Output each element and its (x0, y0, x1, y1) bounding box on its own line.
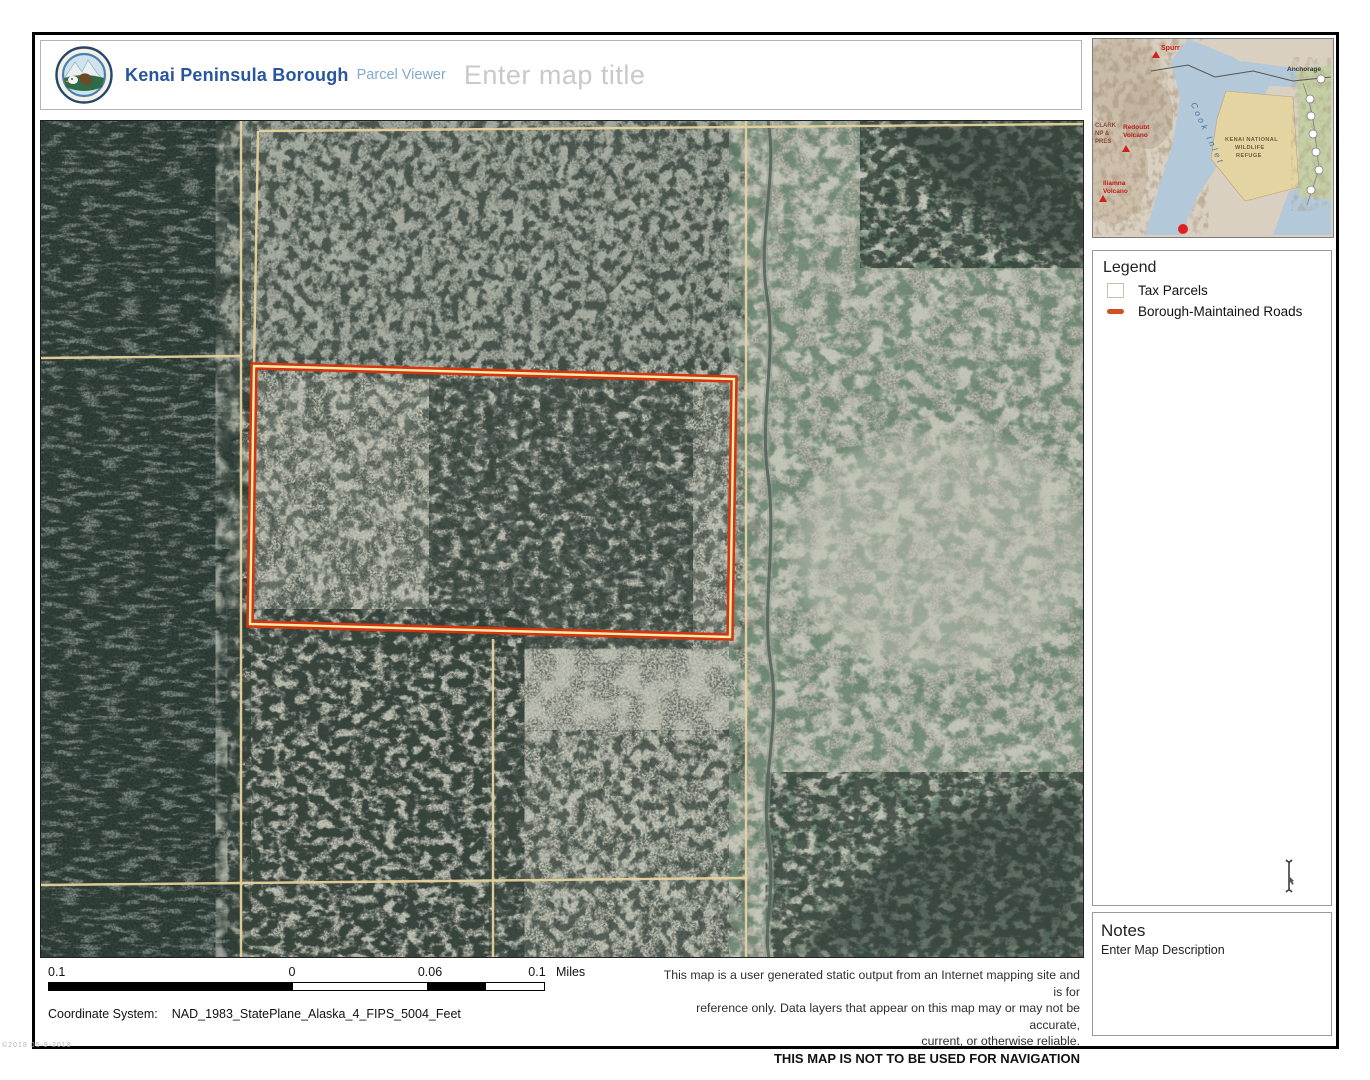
app-subtitle: Parcel Viewer (357, 67, 446, 83)
main-map (40, 120, 1084, 958)
inset-label-anchorage: Anchorage (1287, 66, 1321, 73)
legend-title: Legend (1103, 259, 1331, 277)
svg-text:KENAI NATIONAL: KENAI NATIONAL (1225, 137, 1278, 143)
svg-text:Volcano: Volcano (1103, 188, 1128, 195)
svg-text:NP &: NP & (1095, 131, 1110, 137)
aerial-imagery (41, 121, 1083, 957)
legend-item-roads: Borough-Maintained Roads (1107, 304, 1331, 319)
scale-label-right: 0.1 (528, 965, 545, 979)
road-symbol-icon (1107, 309, 1124, 314)
legend-item-tax-parcels: Tax Parcels (1107, 283, 1331, 298)
svg-text:Redoubt: Redoubt (1123, 124, 1150, 131)
svg-text:PRES: PRES (1095, 139, 1111, 145)
svg-text:Iliamna: Iliamna (1103, 180, 1126, 187)
tax-parcel-symbol-icon (1107, 283, 1124, 298)
legend-panel: Legend Tax Parcels Borough-Maintained Ro… (1092, 250, 1332, 906)
map-title-input[interactable]: Enter map title (464, 60, 646, 91)
svg-text:CLARK: CLARK (1095, 123, 1117, 129)
timestamp-text: ©2018 05-9-2018 (2, 1042, 72, 1049)
notes-title: Notes (1101, 921, 1331, 941)
eagle-glyph (68, 76, 78, 84)
inset-label-spurr: Spurr (1161, 45, 1180, 52)
disclaimer-text: This map is a user generated static outp… (660, 967, 1080, 1067)
scale-label-006: 0.06 (418, 965, 442, 979)
coordinate-system: Coordinate System:NAD_1983_StatePlane_Al… (48, 1007, 461, 1021)
svg-text:Volcano: Volcano (1123, 132, 1148, 139)
svg-text:REFUGE: REFUGE (1236, 153, 1262, 159)
overview-inset-map: Spurr Anchorage CLARK NP & PRES Redoubt … (1092, 38, 1334, 238)
notes-panel: Notes Enter Map Description (1092, 912, 1332, 1036)
scale-unit: Miles (556, 965, 585, 979)
header-bar: Kenai Peninsula Borough Parcel Viewer En… (40, 40, 1082, 110)
map-description-input[interactable]: Enter Map Description (1101, 943, 1331, 957)
scale-label-left: 0.1 (48, 965, 65, 979)
org-title: Kenai Peninsula Borough (125, 65, 349, 86)
scale-bar (48, 982, 545, 991)
svg-text:WILDLIFE: WILDLIFE (1235, 145, 1265, 151)
print-frame: Kenai Peninsula Borough Parcel Viewer En… (32, 32, 1339, 1049)
location-dot-icon (1178, 224, 1188, 234)
text-cursor-icon (1281, 857, 1297, 897)
borough-seal-logo (55, 46, 113, 104)
scale-label-zero: 0 (289, 965, 296, 979)
